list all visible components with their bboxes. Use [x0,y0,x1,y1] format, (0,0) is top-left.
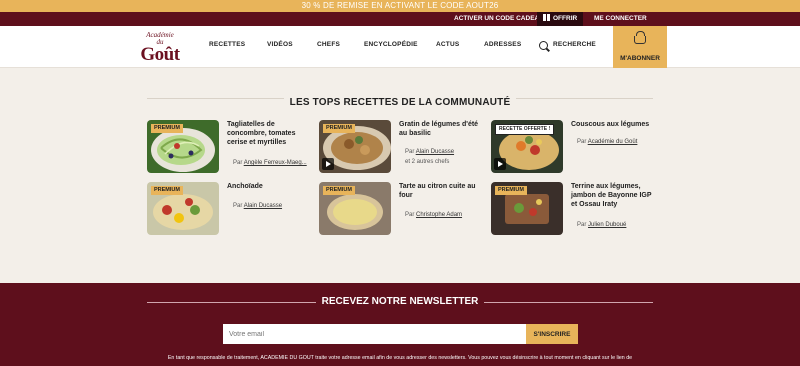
offer-label: OFFRIR [553,15,578,22]
main-header: Académie du Goût RECETTES VIDÉOS CHEFS E… [0,26,800,68]
recipe-extra-chefs: et 2 autres chefs [405,159,450,165]
free-recipe-badge: RECETTE OFFERTE ! [495,124,555,135]
recipe-card[interactable]: PREMIUM Tagliatelles de concombre, tomat… [147,120,307,176]
recipe-card[interactable]: PREMIUM Gratin de légumes d'été au basil… [319,120,479,176]
premium-badge: PREMIUM [323,186,355,195]
byline-prefix: Par [577,222,587,228]
premium-badge: PREMIUM [151,186,183,195]
recipe-author-link[interactable]: Angèle Ferreux-Maeg... [244,160,307,166]
login-link[interactable]: ME CONNECTER [594,12,647,26]
recipe-author-link[interactable]: Julien Duboué [588,222,626,228]
search-icon[interactable] [539,41,548,50]
recipe-byline: Par Alain Ducasse [405,149,454,155]
subscribe-newsletter-button[interactable]: S'INSCRIRE [526,324,578,344]
premium-badge: PREMIUM [151,124,183,133]
nav-recettes[interactable]: RECETTES [209,41,245,48]
recipe-byline: Par Julien Duboué [577,222,626,228]
byline-prefix: Par [405,212,415,218]
play-icon[interactable] [322,158,334,170]
recipe-byline: Par Alain Ducasse [233,203,282,209]
recipe-title[interactable]: Tagliatelles de concombre, tomates ceris… [227,120,311,147]
recipe-card[interactable]: PREMIUM Anchoïade Par Alain Ducasse [147,182,307,238]
recipe-byline: Par Christophe Adam [405,212,462,218]
nav-encyclopedie[interactable]: ENCYCLOPÉDIE [364,41,418,48]
recipe-title[interactable]: Terrine aux légumes, jambon de Bayonne I… [571,182,655,209]
recipe-byline: Par Angèle Ferreux-Maeg... [233,160,307,166]
nav-actus[interactable]: ACTUS [436,41,459,48]
site-logo[interactable]: Académie du Goût [132,31,188,65]
subscribe-button[interactable]: M'ABONNER [613,26,667,68]
offer-link[interactable]: OFFRIR [537,12,584,26]
recipe-image[interactable]: PREMIUM [147,182,219,235]
recipe-card[interactable]: PREMIUM Terrine aux légumes, jambon de B… [491,182,651,238]
section-title: LES TOPS RECETTES DE LA COMMUNAUTÉ [283,97,517,108]
nav-videos[interactable]: VIDÉOS [267,41,293,48]
email-field[interactable] [223,324,527,344]
recipe-title[interactable]: Gratin de légumes d'été au basilic [399,120,483,138]
recipe-author-link[interactable]: Alain Ducasse [416,149,454,155]
promo-banner[interactable]: 30 % DE REMISE EN ACTIVANT LE CODE AOUT2… [0,0,800,12]
nav-adresses[interactable]: ADRESSES [484,41,521,48]
recipe-title[interactable]: Couscous aux légumes [571,120,655,129]
activate-code-link[interactable]: ACTIVER UN CODE CADEAU [454,12,544,26]
premium-badge: PREMIUM [323,124,355,133]
search-label[interactable]: RECHERCHE [553,41,596,48]
recipe-author-link[interactable]: Académie du Goût [588,139,638,145]
promo-text: 30 % DE REMISE EN ACTIVANT LE CODE AOUT2… [301,1,499,10]
newsletter-legal-text: En tant que responsable de traitement, A… [167,355,633,361]
byline-prefix: Par [405,149,415,155]
byline-prefix: Par [577,139,587,145]
recipe-image[interactable]: RECETTE OFFERTE ! [491,120,563,173]
recipe-byline: Par Académie du Goût [577,139,637,145]
recipe-image[interactable]: PREMIUM [319,182,391,235]
subscribe-label: M'ABONNER [620,55,660,62]
byline-prefix: Par [233,203,243,209]
recipe-image[interactable]: PREMIUM [147,120,219,173]
logo-line-3: Goût [140,44,180,65]
recipe-author-link[interactable]: Christophe Adam [416,212,462,218]
newsletter-heading: RECEVEZ NOTRE NEWSLETTER [0,296,800,307]
newsletter-title: RECEVEZ NOTRE NEWSLETTER [315,296,485,307]
recipe-author-link[interactable]: Alain Ducasse [244,203,282,209]
play-icon[interactable] [494,158,506,170]
recipe-title[interactable]: Tarte au citron cuite au four [399,182,483,200]
basket-icon [634,31,646,44]
nav-chefs[interactable]: CHEFS [317,41,340,48]
recipe-title[interactable]: Anchoïade [227,182,311,191]
recipe-image[interactable]: PREMIUM [319,120,391,173]
gift-icon [543,14,550,21]
recipe-card[interactable]: PREMIUM Tarte au citron cuite au four Pa… [319,182,479,238]
newsletter-section: RECEVEZ NOTRE NEWSLETTER S'INSCRIRE En t… [0,283,800,366]
recipe-card[interactable]: RECETTE OFFERTE ! Couscous aux légumes P… [491,120,651,176]
top-utility-bar: ACTIVER UN CODE CADEAU OFFRIR ME CONNECT… [0,12,800,26]
byline-prefix: Par [233,160,243,166]
top-recipes-heading: LES TOPS RECETTES DE LA COMMUNAUTÉ [147,92,653,110]
premium-badge: PREMIUM [495,186,527,195]
recipe-image[interactable]: PREMIUM [491,182,563,235]
